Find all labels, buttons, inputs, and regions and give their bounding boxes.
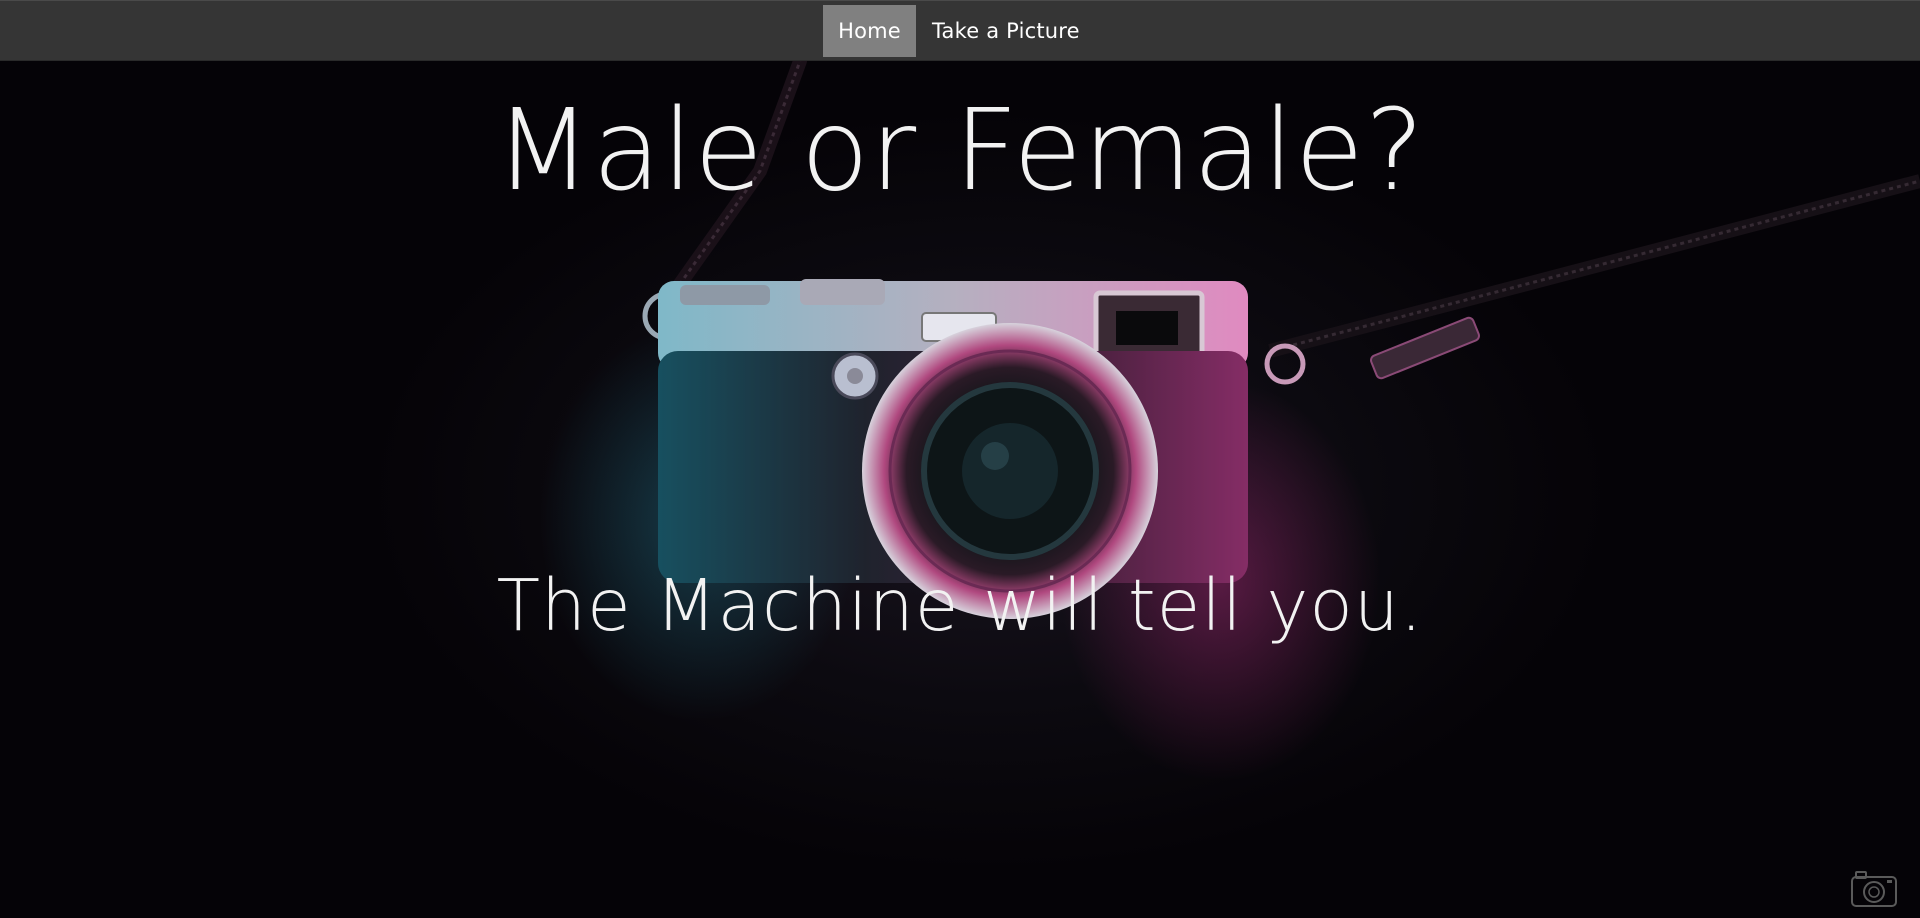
hero-subtitle: The Machine will tell you. xyxy=(496,564,1424,647)
hero-section: Male or Female? The Machine will tell yo… xyxy=(0,61,1920,918)
nav-home-link[interactable]: Home xyxy=(823,5,916,57)
hero-title: Male or Female? xyxy=(494,86,1426,216)
nav-take-picture-link[interactable]: Take a Picture xyxy=(916,5,1096,57)
top-navbar: Home Take a Picture xyxy=(0,0,1920,61)
nav-links: Home Take a Picture xyxy=(823,5,1096,57)
camera-icon[interactable] xyxy=(1850,868,1898,908)
